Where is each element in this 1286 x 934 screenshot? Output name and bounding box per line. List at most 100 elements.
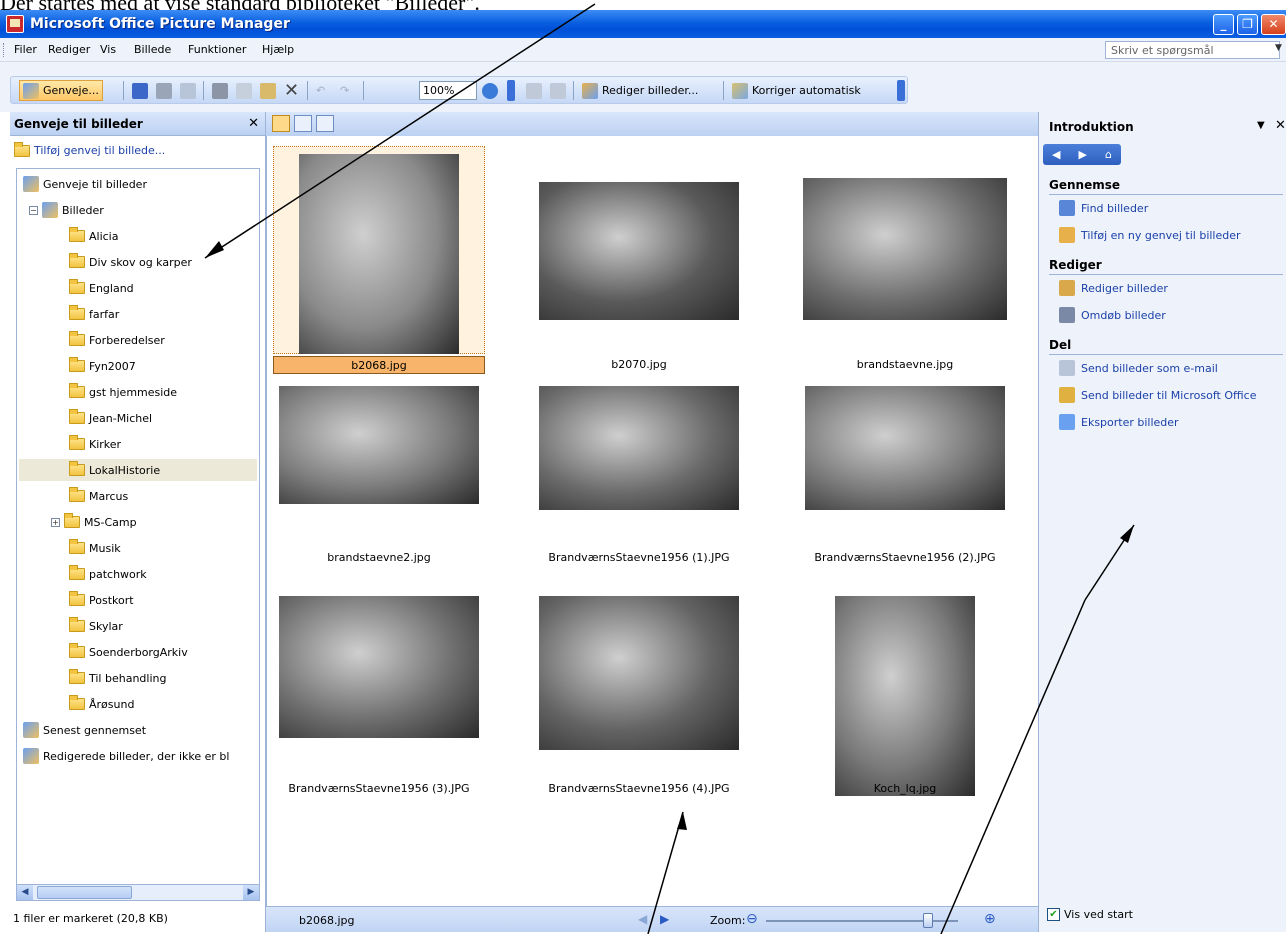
show-at-startup-checkbox[interactable]: ✔ [1047, 908, 1060, 921]
rotate-left-button[interactable] [523, 80, 545, 101]
task-link[interactable]: Eksporter billeder [1059, 414, 1179, 430]
tree-item[interactable]: Div skov og karper [69, 251, 192, 273]
menu-grip[interactable] [3, 43, 6, 57]
thumbnail-filename: BrandværnsStaevne1956 (4).JPG [548, 782, 730, 795]
delete-icon: ✕ [284, 80, 300, 101]
help-button[interactable] [479, 80, 501, 101]
cut-button[interactable] [209, 80, 231, 101]
tree-horizontal-scrollbar[interactable]: ◀ ▶ [16, 884, 260, 901]
menu-funktioner[interactable]: Funktioner [188, 43, 246, 56]
task-link[interactable]: Rediger billeder [1059, 280, 1168, 296]
tree-item[interactable]: Forberedelser [69, 329, 165, 351]
edit-pictures-button[interactable]: Rediger billeder... [579, 80, 701, 101]
back-icon[interactable]: ◀ [1052, 148, 1060, 161]
auto-correct-label: Korriger automatisk [752, 84, 861, 97]
menu-hjaelp[interactable]: Hjælp [262, 43, 294, 56]
print-button[interactable] [153, 80, 175, 101]
zoom-in-icon[interactable]: ⊕ [984, 911, 996, 927]
zoom-out-icon[interactable]: ⊖ [746, 911, 758, 927]
menu-filer[interactable]: Filer [14, 43, 37, 56]
expand-icon[interactable]: + [51, 517, 60, 527]
scroll-right-arrow[interactable]: ▶ [243, 885, 259, 900]
menu-vis[interactable]: Vis [100, 43, 116, 56]
rotate-left-icon [526, 82, 542, 99]
tree-item[interactable]: Fyn2007 [69, 355, 136, 377]
tree-item[interactable]: Til behandling [69, 667, 166, 689]
show-at-startup-option[interactable]: ✔ Vis ved start [1047, 908, 1133, 921]
paste-button[interactable] [257, 80, 279, 101]
menu-billede[interactable]: Billede [134, 43, 171, 56]
tree-item[interactable]: − Billeder [29, 199, 104, 221]
task-pane-menu-icon[interactable]: ▼ [1257, 120, 1265, 131]
tree-item[interactable]: Postkort [69, 589, 134, 611]
tree-item[interactable]: Jean-Michel [69, 407, 152, 429]
task-link-label: Send billeder til Microsoft Office [1081, 388, 1257, 402]
tree-item[interactable]: Alicia [69, 225, 118, 247]
special-folder-icon [23, 748, 39, 764]
task-pane-close-icon[interactable]: ✕ [1275, 118, 1286, 133]
thumbnail-image [279, 386, 479, 504]
scroll-thumb[interactable] [37, 886, 132, 899]
previous-picture-icon[interactable]: ◀ [638, 912, 647, 926]
add-shortcut-link[interactable]: Tilføj genvej til billede... [14, 141, 165, 157]
zoom-select[interactable]: 100% [419, 81, 477, 100]
thumbnail-view-icon[interactable] [272, 115, 290, 132]
email-button[interactable] [177, 80, 199, 101]
tree-item[interactable]: patchwork [69, 563, 147, 585]
tree-item[interactable]: gst hjemmeside [69, 381, 177, 403]
home-icon[interactable]: ⌂ [1105, 148, 1112, 161]
tree-item[interactable]: England [69, 277, 134, 299]
tree-item[interactable]: Redigerede billeder, der ikke er bl [23, 745, 229, 767]
task-link[interactable]: Find billeder [1059, 200, 1148, 216]
email-icon [180, 82, 196, 99]
forward-icon[interactable]: ▶ [1078, 148, 1086, 161]
ask-dropdown-icon[interactable]: ▼ [1275, 43, 1282, 53]
filmstrip-view-icon[interactable] [294, 115, 312, 132]
toolbar-options-chevron[interactable] [897, 80, 905, 101]
ask-question-input[interactable]: Skriv et spørgsmål [1105, 41, 1280, 59]
scroll-left-arrow[interactable]: ◀ [17, 885, 33, 900]
tree-item-label: Fyn2007 [89, 359, 136, 373]
redo-button[interactable]: ↷ [337, 80, 352, 101]
tree-item[interactable]: Årøsund [69, 693, 134, 715]
tree-item[interactable]: Genveje til billeder [23, 173, 147, 195]
task-link-label: Send billeder som e-mail [1081, 361, 1218, 375]
delete-button[interactable]: ✕ [281, 80, 302, 101]
shortcuts-pane: Genveje til billeder ✕ Tilføj genvej til… [10, 112, 266, 932]
tree-item[interactable]: Musik [69, 537, 121, 559]
tree-item[interactable]: SoenderborgArkiv [69, 641, 188, 663]
tree-item[interactable]: farfar [69, 303, 119, 325]
folder-icon [69, 227, 85, 242]
tree-item[interactable]: Senest gennemset [23, 719, 146, 741]
tree-item[interactable]: Marcus [69, 485, 128, 507]
zoom-slider-thumb[interactable] [922, 913, 933, 928]
close-button[interactable]: ✕ [1261, 14, 1286, 35]
menu-rediger[interactable]: Rediger [48, 43, 90, 56]
rotate-right-button[interactable] [547, 80, 569, 101]
tree-item[interactable]: Kirker [69, 433, 121, 455]
task-link[interactable]: Omdøb billeder [1059, 307, 1166, 323]
save-button[interactable] [129, 80, 151, 101]
maximize-button[interactable]: ❐ [1237, 14, 1258, 35]
toolbar-options-chevron[interactable] [507, 80, 515, 101]
task-link[interactable]: Send billeder som e-mail [1059, 360, 1218, 376]
view-mode-bar [266, 112, 1038, 136]
close-pane-icon[interactable]: ✕ [248, 116, 259, 131]
tree-item[interactable]: + MS-Camp [51, 511, 137, 533]
minimize-button[interactable]: _ [1213, 14, 1234, 35]
collapse-icon[interactable]: − [29, 205, 38, 215]
tree-item[interactable]: Skylar [69, 615, 123, 637]
tree-item-label: farfar [89, 307, 120, 321]
undo-button[interactable]: ↶ [313, 80, 328, 101]
copy-button[interactable] [233, 80, 255, 101]
single-picture-view-icon[interactable] [316, 115, 334, 132]
auto-correct-button[interactable]: Korriger automatisk [729, 80, 864, 101]
tree-item[interactable]: LokalHistorie [19, 459, 257, 481]
task-link[interactable]: Tilføj en ny genvej til billeder [1059, 227, 1241, 243]
thumbnail-image [835, 596, 975, 796]
next-picture-icon[interactable]: ▶ [660, 912, 669, 926]
shortcuts-button[interactable]: Genveje... [19, 80, 103, 101]
task-link-label: Eksporter billeder [1081, 415, 1179, 429]
picture-library-icon [23, 176, 39, 192]
task-link[interactable]: Send billeder til Microsoft Office [1059, 387, 1256, 403]
